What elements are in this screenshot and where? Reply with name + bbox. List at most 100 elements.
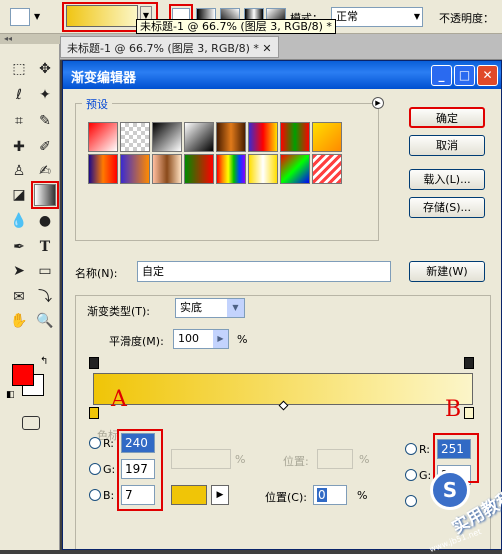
radio-r-left[interactable] [89, 437, 101, 449]
close-icon[interactable]: ✕ [262, 42, 271, 55]
name-input[interactable]: 自定 [137, 261, 391, 282]
dialog-titlebar[interactable]: 渐变编辑器 _ □ ✕ [63, 61, 501, 89]
notes-icon[interactable]: ✉ [8, 286, 30, 308]
radio-b-left[interactable] [89, 489, 101, 501]
opacity-stop-left[interactable] [89, 357, 99, 369]
radio-g-left[interactable] [89, 463, 101, 475]
preset-swatch[interactable] [88, 122, 118, 152]
crop-icon[interactable]: ⌗ [8, 110, 30, 132]
close-icon[interactable]: ✕ [477, 65, 498, 86]
history-brush-icon[interactable]: ✍ [34, 160, 56, 182]
opacity-label: 不透明度： [439, 12, 494, 25]
r-label-right: R: [419, 443, 431, 456]
new-button[interactable]: 新建(W) [409, 261, 485, 282]
position-value: 0 [317, 488, 327, 502]
magic-wand-icon[interactable]: ✦ [34, 84, 56, 106]
quick-mask-icon[interactable] [22, 416, 40, 430]
preset-swatch[interactable] [184, 122, 214, 152]
default-colors-icon[interactable]: ◧ [6, 390, 15, 400]
r-label-left: R: [103, 437, 115, 450]
smoothness-arrow-icon[interactable]: ▶ [213, 330, 228, 348]
preset-swatch[interactable] [120, 154, 150, 184]
stop-color-arrow-icon[interactable]: ▶ [211, 485, 229, 505]
brush-icon[interactable]: ✐ [34, 136, 56, 158]
toolbox-grip[interactable]: ◂◂ [0, 34, 60, 44]
position-label: 位置(C): [265, 491, 307, 504]
shape-icon[interactable]: ▭ [34, 260, 56, 282]
b-label-left: B: [103, 489, 115, 502]
stamp-icon[interactable]: ♙ [8, 160, 30, 182]
move-icon[interactable]: ✥ [34, 58, 56, 80]
eraser-icon[interactable]: ◪ [8, 184, 30, 206]
preset-arrow-icon[interactable]: ▼ [34, 12, 40, 21]
position-input-disabled [317, 449, 353, 469]
pen-icon[interactable]: ✒ [8, 236, 30, 258]
position-percent: % [357, 489, 368, 502]
swap-colors-icon[interactable]: ↰ [40, 356, 48, 367]
smoothness-percent: % [237, 333, 248, 346]
watermark-badge: S [430, 470, 470, 510]
preset-swatch[interactable] [248, 122, 278, 152]
g-label-left: G: [103, 463, 116, 476]
healing-icon[interactable]: ✚ [8, 136, 30, 158]
document-tab[interactable]: 未标题-1 @ 66.7% (图层 3, RGB/8) * ✕ [60, 36, 279, 58]
annotation-box-gradient-tool [31, 181, 59, 209]
eyedropper-icon[interactable]: ✎ [34, 110, 56, 132]
gradient-type-label: 渐变类型(T): [87, 305, 151, 318]
preset-swatch[interactable] [216, 154, 246, 184]
foreground-color-swatch[interactable] [12, 364, 34, 386]
preset-swatch[interactable] [184, 154, 214, 184]
load-button[interactable]: 载入(L)... [409, 169, 485, 190]
annotation-a: A [111, 387, 127, 412]
tooltip: 未标题-1 @ 66.7% (图层 3, RGB/8) * [136, 19, 336, 34]
opacity-percent: % [235, 453, 246, 466]
preset-swatch[interactable] [312, 154, 342, 184]
ok-button[interactable]: 确定 [409, 107, 485, 128]
blur-icon[interactable]: 💧 [8, 210, 30, 232]
presets-menu-icon[interactable]: ▶ [372, 97, 384, 109]
smoothness-label: 平滑度(M): [109, 335, 164, 348]
options-bar: ▼ ▼ 未标题-1 @ 66.7% (图层 3, RGB/8) * 模式： 正常… [0, 0, 502, 34]
name-label: 名称(N): [75, 267, 118, 280]
radio-r-right[interactable] [405, 443, 417, 455]
chevron-down-icon[interactable]: ▼ [227, 299, 244, 317]
dodge-icon[interactable]: ● [34, 210, 56, 232]
save-button[interactable]: 存储(S)... [409, 197, 485, 218]
preset-swatch[interactable] [280, 122, 310, 152]
preset-swatch[interactable] [88, 154, 118, 184]
document-tabs: 未标题-1 @ 66.7% (图层 3, RGB/8) * ✕ [60, 34, 502, 60]
mode-select[interactable]: 正常 ▼ [331, 7, 423, 27]
position-input[interactable]: 0 [313, 485, 347, 505]
lasso-icon[interactable]: ℓ [8, 84, 30, 106]
document-tab-label: 未标题-1 @ 66.7% (图层 3, RGB/8) * [67, 42, 259, 55]
radio-g-right[interactable] [405, 469, 417, 481]
opacity-input-disabled [171, 449, 231, 469]
preset-swatch[interactable] [280, 154, 310, 184]
toolbox: ◂◂ ⬚ ✥ ℓ ✦ ⌗ ✎ ✚ ✐ ♙ ✍ ◪ 💧 ● ✒ T ➤ ▭ ✉ ⤵… [0, 34, 60, 550]
watermark-logo: S 实用教程 www.jb51.net [420, 470, 502, 554]
color-stop-left[interactable] [89, 407, 99, 419]
tool-preset-icon[interactable] [10, 8, 30, 26]
maximize-icon[interactable]: □ [454, 65, 475, 86]
opacity-stop-right[interactable] [464, 357, 474, 369]
path-select-icon[interactable]: ➤ [8, 260, 30, 282]
marquee-icon[interactable]: ⬚ [8, 58, 30, 80]
hand-icon[interactable]: ✋ [8, 310, 30, 332]
cancel-button[interactable]: 取消 [409, 135, 485, 156]
eyedropper2-icon[interactable]: ⤵ [34, 286, 56, 308]
preset-swatch[interactable] [152, 154, 182, 184]
preset-swatch[interactable] [312, 122, 342, 152]
type-icon[interactable]: T [34, 236, 56, 258]
stop-color-swatch[interactable] [171, 485, 207, 505]
presets-label: 预设 [82, 96, 112, 112]
color-stop-right[interactable] [464, 407, 474, 419]
zoom-icon[interactable]: 🔍 [34, 310, 56, 332]
radio-b-right[interactable] [405, 495, 417, 507]
mode-value: 正常 [336, 10, 358, 23]
preset-swatch[interactable] [248, 154, 278, 184]
annotation-b: B [445, 397, 462, 422]
minimize-icon[interactable]: _ [431, 65, 452, 86]
preset-swatch[interactable] [120, 122, 150, 152]
preset-swatch[interactable] [152, 122, 182, 152]
preset-swatch[interactable] [216, 122, 246, 152]
